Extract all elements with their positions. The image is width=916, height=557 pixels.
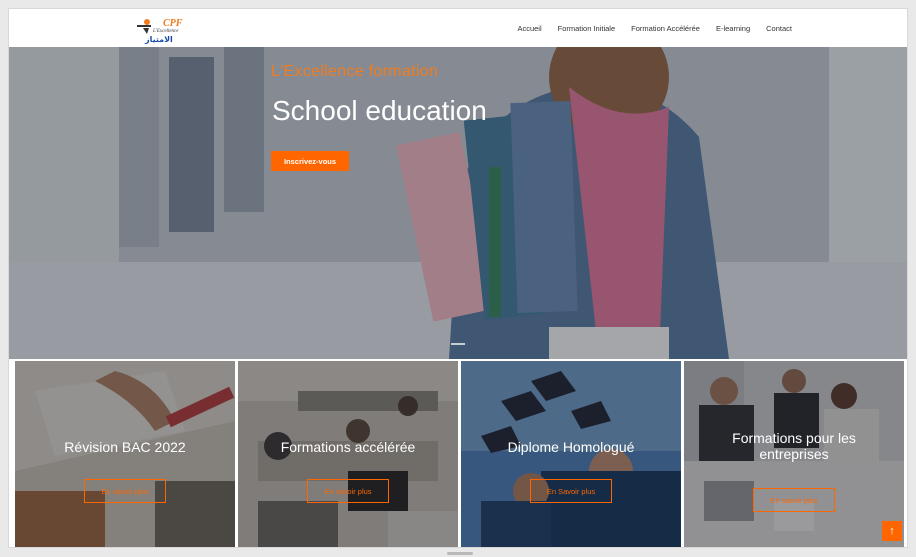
logo-icon: CPF L'Excellence الامتياز <box>137 18 183 44</box>
browser-page: CPF L'Excellence الامتياز Accueil Format… <box>8 8 908 548</box>
page-handle[interactable] <box>447 552 473 555</box>
logo-brand-name: L'Excellence <box>152 29 179 34</box>
card-revision-bac[interactable]: Révision BAC 2022 En savoir plus <box>15 361 235 547</box>
scroll-to-top-button[interactable]: ↑ <box>882 521 902 541</box>
card-formations-entreprises[interactable]: Formations pour les entreprises En savoi… <box>684 361 904 547</box>
card-title: Diplome Homologué <box>507 439 635 455</box>
logo-arabic: الامتياز <box>144 35 173 44</box>
nav-item-contact[interactable]: Contact <box>766 24 792 33</box>
nav-item-formation-acceleree[interactable]: Formation Accélérée <box>631 24 700 33</box>
arrow-up-icon: ↑ <box>889 525 895 537</box>
learn-more-button[interactable]: En savoir plus <box>84 479 166 503</box>
hero-title: School education <box>272 95 487 126</box>
hero-subtitle: L'Excellence formation <box>271 63 439 80</box>
register-button[interactable]: Inscrivez-vous <box>271 151 349 171</box>
learn-more-button[interactable]: En savoir plus <box>753 488 835 512</box>
card-title: Formations pour les entreprises <box>732 430 856 462</box>
logo-letters: CPF <box>163 18 183 29</box>
card-title: Révision BAC 2022 <box>64 439 186 455</box>
card-formations-accelerees[interactable]: Formations accélérée En savoir plus <box>238 361 458 547</box>
card-diplome-homologue[interactable]: Diplome Homologué En Savoir plus <box>461 361 681 547</box>
program-cards: Révision BAC 2022 En savoir plus Formati… <box>15 361 905 547</box>
top-navbar: CPF L'Excellence الامتياز Accueil Format… <box>9 9 907 47</box>
nav-item-accueil[interactable]: Accueil <box>517 24 541 33</box>
learn-more-button[interactable]: En savoir plus <box>307 479 389 503</box>
hero-slider: L'Excellence formation School education … <box>9 47 907 359</box>
main-menu: Accueil Formation Initiale Formation Acc… <box>517 9 792 47</box>
nav-item-e-learning[interactable]: E-learning <box>716 24 750 33</box>
site-logo[interactable]: CPF L'Excellence الامتياز <box>135 16 191 44</box>
nav-item-formation-initiale[interactable]: Formation Initiale <box>558 24 616 33</box>
hero-overlay <box>9 47 907 359</box>
learn-more-button[interactable]: En Savoir plus <box>530 479 612 503</box>
card-title: Formations accélérée <box>280 439 416 455</box>
slider-indicator[interactable] <box>451 343 465 345</box>
